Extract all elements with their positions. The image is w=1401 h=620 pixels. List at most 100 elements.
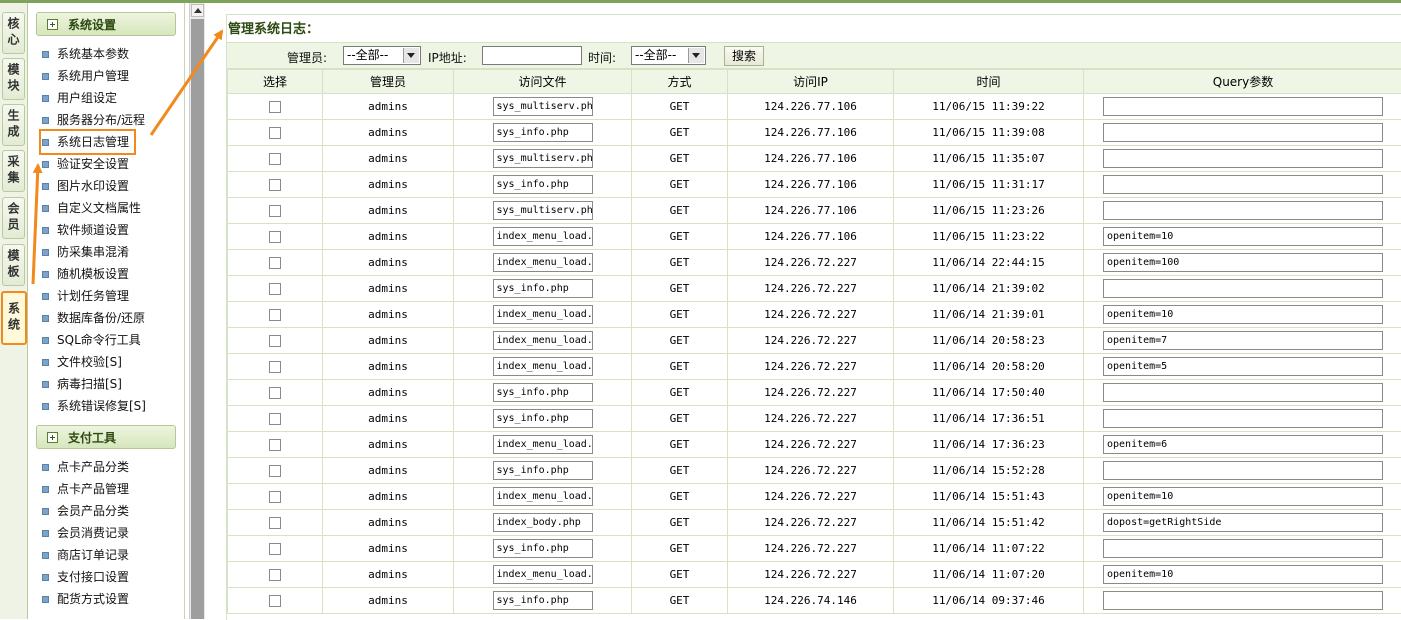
query-field[interactable]: dopost=getRightSide (1103, 513, 1383, 532)
file-field[interactable]: sys_info.php (493, 591, 593, 610)
query-field[interactable]: openitem=10 (1103, 565, 1383, 584)
row-checkbox[interactable] (269, 569, 281, 581)
tab-modules[interactable]: 模块 (2, 58, 25, 100)
tab-core[interactable]: 核心 (2, 12, 25, 54)
file-field[interactable]: index_menu_load.php (493, 227, 593, 246)
row-checkbox[interactable] (269, 257, 281, 269)
file-field[interactable]: sys_info.php (493, 175, 593, 194)
menu-item[interactable]: 自定义文档属性 (42, 198, 141, 218)
row-checkbox[interactable] (269, 101, 281, 113)
menu-item[interactable]: 系统基本参数 (42, 44, 129, 64)
tab-collect[interactable]: 采集 (2, 150, 25, 192)
row-checkbox[interactable] (269, 595, 281, 607)
file-field[interactable]: sys_multiserv.php (493, 149, 593, 168)
menu-item[interactable]: 服务器分布/远程 (42, 110, 145, 130)
query-field[interactable] (1103, 409, 1383, 428)
row-checkbox[interactable] (269, 413, 281, 425)
time-select[interactable]: --全部-- (631, 46, 706, 65)
menu-item[interactable]: SQL命令行工具 (42, 330, 141, 350)
menu-item[interactable]: 会员产品分类 (42, 501, 129, 521)
file-field[interactable]: index_body.php (493, 513, 593, 532)
row-checkbox[interactable] (269, 153, 281, 165)
file-field[interactable]: index_menu_load.php (493, 487, 593, 506)
menu-group-system-settings[interactable]: 系统设置 (36, 12, 176, 36)
query-field[interactable]: openitem=10 (1103, 227, 1383, 246)
query-field[interactable] (1103, 383, 1383, 402)
row-checkbox[interactable] (269, 309, 281, 321)
row-checkbox[interactable] (269, 205, 281, 217)
menu-item[interactable]: 计划任务管理 (42, 286, 129, 306)
file-field[interactable]: sys_info.php (493, 279, 593, 298)
query-field[interactable] (1103, 175, 1383, 194)
tab-templates[interactable]: 模板 (2, 244, 25, 286)
query-field[interactable] (1103, 97, 1383, 116)
menu-item[interactable]: 随机模板设置 (42, 264, 129, 284)
file-field[interactable]: index_menu_load.php (493, 435, 593, 454)
row-checkbox[interactable] (269, 543, 281, 555)
row-checkbox[interactable] (269, 387, 281, 399)
menu-item[interactable]: 文件校验[S] (42, 352, 122, 372)
admin-select[interactable]: --全部-- (343, 46, 421, 65)
file-field[interactable]: sys_info.php (493, 383, 593, 402)
row-checkbox[interactable] (269, 179, 281, 191)
query-field[interactable] (1103, 123, 1383, 142)
query-field[interactable]: openitem=7 (1103, 331, 1383, 350)
menu-item[interactable]: 软件频道设置 (42, 220, 129, 240)
tab-generate[interactable]: 生成 (2, 104, 25, 146)
file-field[interactable]: index_menu_load.php (493, 565, 593, 584)
menu-item[interactable]: 系统用户管理 (42, 66, 129, 86)
menu-group-payment-tools[interactable]: 支付工具 (36, 425, 176, 449)
query-field[interactable]: openitem=100 (1103, 253, 1383, 272)
scroll-up-icon[interactable] (191, 4, 204, 17)
menu-item[interactable]: 病毒扫描[S] (42, 374, 122, 394)
menu-item[interactable]: 商店订单记录 (42, 545, 129, 565)
menu-item[interactable]: 配货方式设置 (42, 589, 129, 609)
scroll-thumb[interactable] (191, 19, 204, 619)
query-field[interactable]: openitem=10 (1103, 487, 1383, 506)
query-field[interactable] (1103, 591, 1383, 610)
file-field[interactable]: index_menu_load.php (493, 253, 593, 272)
menu-item[interactable]: 系统错误修复[S] (42, 396, 146, 416)
row-checkbox[interactable] (269, 361, 281, 373)
row-checkbox[interactable] (269, 127, 281, 139)
query-field[interactable] (1103, 279, 1383, 298)
file-field[interactable]: sys_multiserv.php (493, 201, 593, 220)
menu-item[interactable]: 数据库备份/还原 (42, 308, 145, 328)
row-checkbox[interactable] (269, 439, 281, 451)
file-field[interactable]: sys_info.php (493, 409, 593, 428)
search-button[interactable]: 搜索 (724, 46, 764, 66)
row-checkbox[interactable] (269, 491, 281, 503)
menu-item[interactable]: 支付接口设置 (42, 567, 129, 587)
ip-input[interactable] (482, 46, 582, 65)
menu-item[interactable]: 用户组设定 (42, 88, 117, 108)
row-checkbox[interactable] (269, 335, 281, 347)
menu-item[interactable]: 验证安全设置 (42, 154, 129, 174)
query-field[interactable] (1103, 201, 1383, 220)
tab-members[interactable]: 会员 (2, 197, 25, 239)
menu-item[interactable]: 点卡产品管理 (42, 479, 129, 499)
file-field[interactable]: sys_info.php (493, 461, 593, 480)
menu-item[interactable]: 防采集串混淆 (42, 242, 129, 262)
row-checkbox[interactable] (269, 283, 281, 295)
row-checkbox[interactable] (269, 465, 281, 477)
query-field[interactable] (1103, 539, 1383, 558)
row-checkbox[interactable] (269, 517, 281, 529)
query-field[interactable]: openitem=6 (1103, 435, 1383, 454)
file-field[interactable]: index_menu_load.php (493, 305, 593, 324)
file-field[interactable]: sys_info.php (493, 539, 593, 558)
sidebar-scrollbar[interactable] (189, 3, 205, 619)
file-field[interactable]: sys_info.php (493, 123, 593, 142)
query-field[interactable]: openitem=10 (1103, 305, 1383, 324)
query-field[interactable] (1103, 149, 1383, 168)
file-field[interactable]: sys_multiserv.php (493, 97, 593, 116)
query-field[interactable] (1103, 461, 1383, 480)
file-field[interactable]: index_menu_load.php (493, 331, 593, 350)
query-field[interactable]: openitem=5 (1103, 357, 1383, 376)
menu-item[interactable]: 点卡产品分类 (42, 457, 129, 477)
file-field[interactable]: index_menu_load.php (493, 357, 593, 376)
menu-item[interactable]: 会员消费记录 (42, 523, 129, 543)
row-checkbox[interactable] (269, 231, 281, 243)
menu-item[interactable]: 系统日志管理 (42, 132, 133, 152)
tab-system[interactable]: 系统 (1, 291, 27, 345)
menu-item[interactable]: 图片水印设置 (42, 176, 129, 196)
